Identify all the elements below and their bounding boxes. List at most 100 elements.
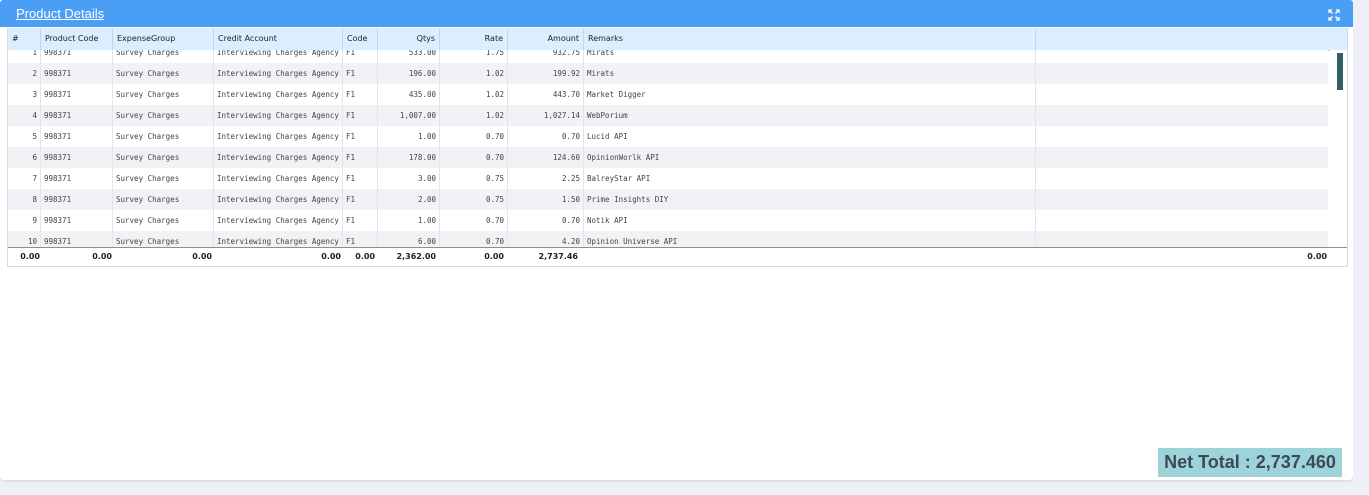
cell-amount[interactable]: 0.70 bbox=[508, 126, 584, 147]
cell-remarks[interactable]: BalreyStar API bbox=[584, 168, 1036, 189]
cell-expense-group[interactable]: Survey Charges bbox=[113, 50, 214, 63]
cell-amount[interactable]: 2.25 bbox=[508, 168, 584, 189]
cell-num[interactable]: 6 bbox=[8, 147, 41, 168]
cell-amount[interactable]: 1,027.14 bbox=[508, 105, 584, 126]
cell-remarks[interactable]: Opinion Universe API bbox=[584, 231, 1036, 247]
cell-rate[interactable]: 1.75 bbox=[440, 50, 508, 63]
cell-qtys[interactable]: 178.00 bbox=[378, 147, 440, 168]
cell-rate[interactable]: 0.70 bbox=[440, 147, 508, 168]
cell-product-code[interactable]: 998371 bbox=[41, 147, 113, 168]
cell-qtys[interactable]: 3.00 bbox=[378, 168, 440, 189]
scrollbar-thumb[interactable] bbox=[1337, 53, 1343, 90]
table-row[interactable]: 2 998371 Survey Charges Interviewing Charge… bbox=[8, 63, 1328, 85]
cell-expense-group[interactable]: Survey Charges bbox=[113, 105, 214, 126]
col-header-product-code[interactable]: Product Code bbox=[41, 28, 113, 50]
cell-amount[interactable]: 443.70 bbox=[508, 84, 584, 105]
cell-rate[interactable]: 0.70 bbox=[440, 210, 508, 231]
cell-code[interactable]: F1 bbox=[343, 210, 378, 231]
cell-remarks[interactable]: Lucid API bbox=[584, 126, 1036, 147]
col-header-credit-account[interactable]: Credit Account bbox=[214, 28, 343, 50]
cell-amount[interactable]: 1.50 bbox=[508, 189, 584, 210]
cell-rate[interactable]: 0.75 bbox=[440, 168, 508, 189]
cell-credit-account[interactable]: Interviewing Charges Agency bbox=[214, 105, 343, 126]
cell-code[interactable]: F1 bbox=[343, 168, 378, 189]
cell-qtys[interactable]: 1.00 bbox=[378, 126, 440, 147]
expand-arrows-icon[interactable] bbox=[1328, 6, 1340, 21]
cell-qtys[interactable]: 2.00 bbox=[378, 189, 440, 210]
table-row[interactable]: 8 998371 Survey Charges Interviewing Charge… bbox=[8, 189, 1328, 211]
cell-product-code[interactable]: 998371 bbox=[41, 126, 113, 147]
table-row[interactable]: 9 998371 Survey Charges Interviewing Charge… bbox=[8, 210, 1328, 232]
cell-rate[interactable]: 1.02 bbox=[440, 63, 508, 84]
cell-expense-group[interactable]: Survey Charges bbox=[113, 231, 214, 247]
cell-credit-account[interactable]: Interviewing Charges Agency bbox=[214, 147, 343, 168]
cell-qtys[interactable]: 1.00 bbox=[378, 210, 440, 231]
cell-code[interactable]: F1 bbox=[343, 231, 378, 247]
cell-product-code[interactable]: 998371 bbox=[41, 231, 113, 247]
cell-rate[interactable]: 0.70 bbox=[440, 126, 508, 147]
cell-expense-group[interactable]: Survey Charges bbox=[113, 168, 214, 189]
cell-num[interactable]: 7 bbox=[8, 168, 41, 189]
cell-remarks[interactable]: Prime Insights DIY bbox=[584, 189, 1036, 210]
table-row[interactable]: 7 998371 Survey Charges Interviewing Charge… bbox=[8, 168, 1328, 190]
col-header-expense-group[interactable]: ExpenseGroup bbox=[113, 28, 214, 50]
cell-code[interactable]: F1 bbox=[343, 63, 378, 84]
col-header-qtys[interactable]: Qtys bbox=[378, 28, 440, 50]
cell-product-code[interactable]: 998371 bbox=[41, 50, 113, 63]
cell-rate[interactable]: 1.02 bbox=[440, 84, 508, 105]
cell-remarks[interactable]: Mirats bbox=[584, 50, 1036, 63]
cell-remarks[interactable]: OpinionWorlk API bbox=[584, 147, 1036, 168]
cell-amount[interactable]: 4.20 bbox=[508, 231, 584, 247]
cell-product-code[interactable]: 998371 bbox=[41, 105, 113, 126]
cell-credit-account[interactable]: Interviewing Charges Agency bbox=[214, 231, 343, 247]
cell-remarks[interactable]: Notik API bbox=[584, 210, 1036, 231]
cell-credit-account[interactable]: Interviewing Charges Agency bbox=[214, 168, 343, 189]
cell-qtys[interactable]: 6.00 bbox=[378, 231, 440, 247]
cell-product-code[interactable]: 998371 bbox=[41, 84, 113, 105]
cell-product-code[interactable]: 998371 bbox=[41, 210, 113, 231]
cell-product-code[interactable]: 998371 bbox=[41, 189, 113, 210]
cell-expense-group[interactable]: Survey Charges bbox=[113, 147, 214, 168]
col-header-rate[interactable]: Rate bbox=[440, 28, 508, 50]
cell-credit-account[interactable]: Interviewing Charges Agency bbox=[214, 189, 343, 210]
cell-credit-account[interactable]: Interviewing Charges Agency bbox=[214, 63, 343, 84]
cell-remarks[interactable]: Mirats bbox=[584, 63, 1036, 84]
col-header-code[interactable]: Code bbox=[343, 28, 378, 50]
cell-qtys[interactable]: 1,007.00 bbox=[378, 105, 440, 126]
vertical-scrollbar[interactable] bbox=[1330, 50, 1347, 247]
cell-qtys[interactable]: 533.00 bbox=[378, 50, 440, 63]
cell-expense-group[interactable]: Survey Charges bbox=[113, 126, 214, 147]
cell-remarks[interactable]: WebPorium bbox=[584, 105, 1036, 126]
cell-credit-account[interactable]: Interviewing Charges Agency bbox=[214, 210, 343, 231]
cell-code[interactable]: F1 bbox=[343, 189, 378, 210]
panel-title-link[interactable]: Product Details bbox=[16, 6, 104, 21]
cell-num[interactable]: 1 bbox=[8, 50, 41, 63]
cell-amount[interactable]: 0.70 bbox=[508, 210, 584, 231]
cell-expense-group[interactable]: Survey Charges bbox=[113, 210, 214, 231]
cell-num[interactable]: 2 bbox=[8, 63, 41, 84]
cell-num[interactable]: 3 bbox=[8, 84, 41, 105]
table-row[interactable]: 5 998371 Survey Charges Interviewing Charge… bbox=[8, 126, 1328, 148]
table-row[interactable]: 1 998371 Survey Charges Interviewing Charge… bbox=[8, 50, 1328, 64]
cell-num[interactable]: 8 bbox=[8, 189, 41, 210]
cell-code[interactable]: F1 bbox=[343, 126, 378, 147]
cell-num[interactable]: 5 bbox=[8, 126, 41, 147]
cell-credit-account[interactable]: Interviewing Charges Agency bbox=[214, 126, 343, 147]
cell-amount[interactable]: 932.75 bbox=[508, 50, 584, 63]
cell-code[interactable]: F1 bbox=[343, 50, 378, 63]
cell-code[interactable]: F1 bbox=[343, 84, 378, 105]
cell-qtys[interactable]: 435.00 bbox=[378, 84, 440, 105]
cell-amount[interactable]: 124.60 bbox=[508, 147, 584, 168]
table-row[interactable]: 4 998371 Survey Charges Interviewing Charge… bbox=[8, 105, 1328, 127]
cell-code[interactable]: F1 bbox=[343, 105, 378, 126]
cell-num[interactable]: 4 bbox=[8, 105, 41, 126]
cell-credit-account[interactable]: Interviewing Charges Agency bbox=[214, 50, 343, 63]
cell-remarks[interactable]: Market Digger bbox=[584, 84, 1036, 105]
cell-product-code[interactable]: 998371 bbox=[41, 168, 113, 189]
cell-qtys[interactable]: 196.00 bbox=[378, 63, 440, 84]
cell-expense-group[interactable]: Survey Charges bbox=[113, 84, 214, 105]
cell-num[interactable]: 9 bbox=[8, 210, 41, 231]
cell-expense-group[interactable]: Survey Charges bbox=[113, 189, 214, 210]
table-row[interactable]: 3 998371 Survey Charges Interviewing Charge… bbox=[8, 84, 1328, 106]
cell-num[interactable]: 10 bbox=[8, 231, 41, 247]
